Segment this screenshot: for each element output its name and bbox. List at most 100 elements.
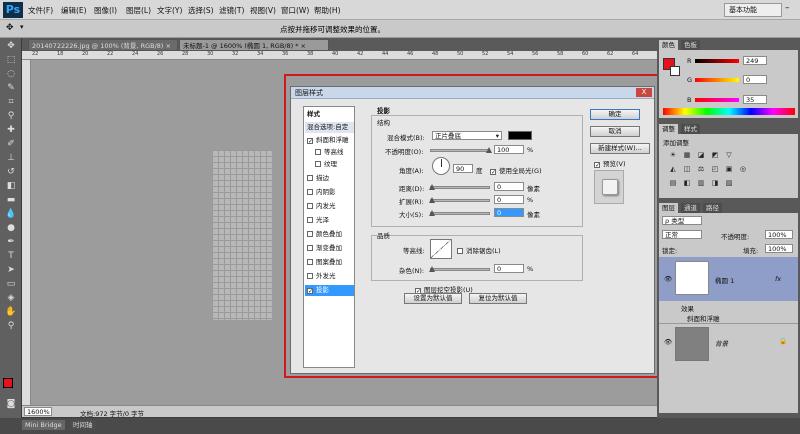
posterize-icon[interactable]: ◧ (683, 179, 691, 187)
eye-icon[interactable]: 👁 (664, 338, 672, 346)
style-item-bevel[interactable]: ✓ 斜面和浮雕 (305, 135, 354, 146)
menu-image[interactable]: 图像(I) (94, 5, 117, 16)
vibrance-icon[interactable]: ▽ (725, 151, 733, 159)
curves-icon[interactable]: ◪ (697, 151, 705, 159)
color-spectrum[interactable] (663, 108, 795, 115)
menu-layer[interactable]: 图层(L) (126, 5, 151, 16)
menu-select[interactable]: 选择(S) (188, 5, 214, 16)
brightness-icon[interactable]: ☀ (669, 151, 677, 159)
foreground-color[interactable] (3, 378, 13, 388)
checkbox-icon[interactable] (307, 203, 313, 209)
size-slider[interactable] (429, 210, 490, 216)
style-item-drop-shadow[interactable]: ✓ 投影 (305, 285, 354, 296)
opacity-input[interactable]: 100 (494, 145, 524, 154)
fill-input[interactable]: 100% (765, 244, 793, 253)
checkbox-icon[interactable] (307, 189, 313, 195)
hand-icon[interactable]: ✋ (3, 306, 19, 318)
brush-icon[interactable]: ✐ (3, 138, 19, 150)
distance-slider[interactable] (429, 184, 490, 190)
tab-timeline[interactable]: 时间轴 (70, 420, 96, 430)
layer-name[interactable]: 背景 (715, 338, 728, 348)
tab-color[interactable]: 颜色 (659, 40, 678, 50)
exposure-icon[interactable]: ◩ (711, 151, 719, 159)
angle-input[interactable]: 90 (453, 164, 473, 173)
antialias-checkbox[interactable]: 消除锯齿(L) (457, 245, 501, 255)
invert-icon[interactable]: ▤ (669, 179, 677, 187)
preview-checkbox[interactable]: ✓ 预览(V) (594, 158, 626, 169)
menu-file[interactable]: 文件(F) (28, 5, 53, 16)
channel-mixer-icon[interactable]: ◎ (739, 165, 747, 173)
selective-color-icon[interactable]: ▧ (725, 179, 733, 187)
tab-mini-bridge[interactable]: Mini Bridge (22, 420, 65, 430)
noise-slider[interactable] (429, 266, 490, 272)
spread-input[interactable]: 0 (494, 195, 524, 204)
balance-icon[interactable]: ⚖ (697, 165, 705, 173)
checkbox-icon[interactable]: ✓ (307, 138, 313, 145)
set-default-button[interactable]: 设置为默认值 (404, 293, 462, 304)
checkbox-icon[interactable]: ✓ (307, 288, 313, 295)
distance-input[interactable]: 0 (494, 182, 524, 191)
layer-effect-bevel[interactable]: 斜面和浮雕 (687, 313, 720, 323)
checkbox-icon[interactable] (307, 175, 313, 181)
style-item-satin[interactable]: 光泽 (305, 215, 354, 226)
checkbox-icon[interactable]: ✓ (490, 169, 496, 176)
levels-icon[interactable]: ▦ (683, 151, 691, 159)
style-item-contour[interactable]: 等高线 (305, 147, 354, 158)
spread-slider[interactable] (429, 197, 490, 203)
heal-icon[interactable]: ✚ (3, 124, 19, 136)
style-item-gradient-overlay[interactable]: 渐变叠加 (305, 243, 354, 254)
pen-icon[interactable]: ✒ (3, 236, 19, 248)
new-style-button[interactable]: 新建样式(W)... (590, 143, 650, 154)
zoom-icon[interactable]: ⚲ (3, 320, 19, 332)
b-slider[interactable] (695, 98, 739, 102)
reset-default-button[interactable]: 复位为默认值 (469, 293, 527, 304)
menu-edit[interactable]: 编辑(E) (61, 5, 87, 16)
checkbox-icon[interactable] (457, 248, 463, 254)
history-brush-icon[interactable]: ↺ (3, 166, 19, 178)
window-min-icon[interactable]: – (785, 3, 790, 13)
menu-type[interactable]: 文字(Y) (157, 5, 182, 16)
layer-row-ellipse[interactable]: 👁 椭圆 1 fx (659, 257, 798, 301)
crop-icon[interactable]: ⌗ (3, 96, 19, 108)
style-item-outer-glow[interactable]: 外发光 (305, 271, 354, 282)
style-item-texture[interactable]: 纹理 (305, 159, 354, 170)
checkbox-icon[interactable] (315, 161, 321, 167)
dialog-title-bar[interactable]: 图层样式 X (291, 87, 654, 99)
layer-row-background[interactable]: 👁 背景 🔒 (659, 323, 798, 363)
contour-picker[interactable] (430, 239, 452, 259)
shadow-color-swatch[interactable] (508, 131, 532, 140)
checkbox-icon[interactable] (307, 245, 313, 251)
tab-adjustments[interactable]: 调整 (659, 124, 678, 134)
photo-filter-icon[interactable]: ▣ (725, 165, 733, 173)
g-slider[interactable] (695, 78, 739, 82)
menu-view[interactable]: 视图(V) (250, 5, 276, 16)
blend-mode-select[interactable]: 正片叠底 ▾ (432, 131, 502, 140)
tab-paths[interactable]: 路径 (703, 203, 722, 213)
move-tool-icon[interactable]: ✥ (6, 23, 14, 33)
layer-filter-select[interactable]: ρ 类型 (662, 216, 702, 225)
r-input[interactable]: 249 (743, 56, 767, 65)
quick-select-icon[interactable]: ✎ (3, 82, 19, 94)
layer-blend-select[interactable]: 正常 (662, 230, 702, 239)
eyedropper-icon[interactable]: ⚲ (3, 110, 19, 122)
eraser-icon[interactable]: ◧ (3, 180, 19, 192)
style-item-inner-shadow[interactable]: 内阴影 (305, 187, 354, 198)
tab-channels[interactable]: 通道 (681, 203, 700, 213)
blend-options-item[interactable]: 混合选项:自定 (305, 122, 354, 133)
menu-window[interactable]: 窗口(W) (281, 5, 309, 16)
shape-icon[interactable]: ▭ (3, 278, 19, 290)
marquee-icon[interactable]: ⬚ (3, 54, 19, 66)
style-item-stroke[interactable]: 描边 (305, 173, 354, 184)
noise-input[interactable]: 0 (494, 264, 524, 273)
b-input[interactable]: 35 (743, 95, 767, 104)
color-balance-icon[interactable]: ◫ (683, 165, 691, 173)
menu-filter[interactable]: 滤镜(T) (219, 5, 244, 16)
cancel-button[interactable]: 取消 (590, 126, 640, 137)
gradient-icon[interactable]: ▬ (3, 194, 19, 206)
gradient-map-icon[interactable]: ◨ (711, 179, 719, 187)
ok-button[interactable]: 确定 (590, 109, 640, 120)
move-icon[interactable]: ✥ (3, 40, 19, 52)
type-icon[interactable]: T (3, 250, 19, 262)
fx-icon[interactable]: fx (775, 275, 781, 283)
bw-icon[interactable]: ◰ (711, 165, 719, 173)
